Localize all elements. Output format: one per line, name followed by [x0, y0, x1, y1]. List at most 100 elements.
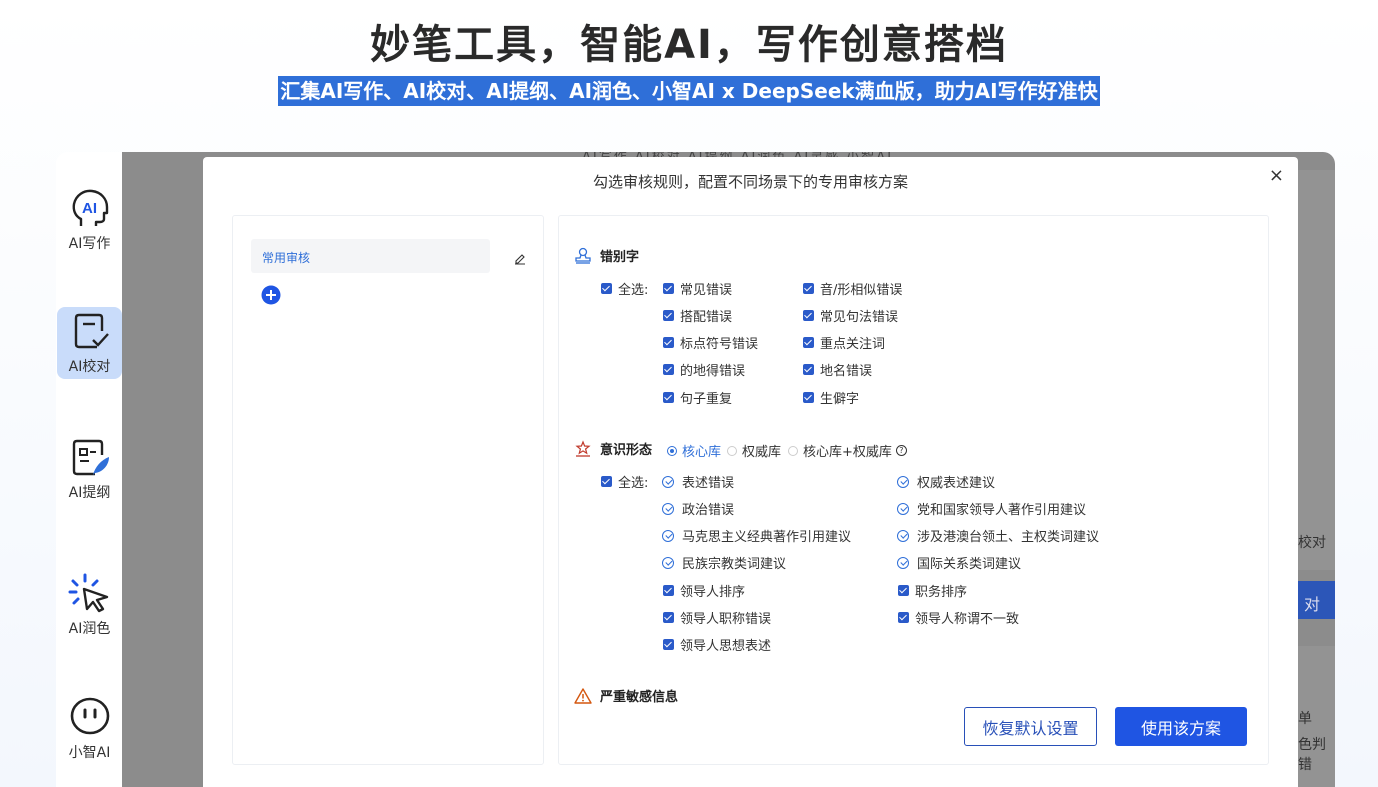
checkbox[interactable] [803, 364, 814, 375]
typo-rule-checkbox[interactable]: 的地得错误 [663, 360, 745, 379]
sidebar-item-label: AI写作 [68, 236, 111, 252]
warning-icon [574, 687, 592, 704]
typo-rule-checkbox[interactable]: 搭配错误 [663, 306, 732, 325]
checkbox[interactable] [803, 392, 814, 403]
checkbox[interactable] [898, 612, 909, 623]
ideology-rule-checkbox[interactable]: 领导人职称错误 [663, 608, 771, 627]
ai-head-icon: AI [72, 189, 108, 226]
checkbox[interactable] [663, 283, 674, 294]
checkbox-label: 领导人称谓不一致 [915, 612, 1020, 627]
checkbox[interactable] [663, 392, 674, 403]
sidebar-item-label: AI润色 [68, 621, 111, 637]
help-icon[interactable]: ? [895, 445, 907, 456]
reset-default-button[interactable]: 恢复默认设置 [964, 707, 1097, 746]
radio-label: 核心库+权威库 [803, 445, 892, 460]
ideology-suggestion-item[interactable]: 政治错误 [662, 499, 734, 518]
checkbox-label: 的地得错误 [680, 364, 746, 379]
checkbox-label: 职务排序 [915, 585, 968, 600]
checkbox[interactable] [803, 310, 814, 321]
check-circle-icon [662, 502, 674, 515]
checkbox[interactable] [663, 364, 674, 375]
typo-rule-checkbox[interactable]: 音/形相似错误 [803, 279, 902, 298]
ideology-suggestion-item[interactable]: 表述错误 [662, 472, 734, 491]
check-circle-icon [662, 475, 674, 488]
hero-subtitle-wrap: 汇集AI写作、AI校对、AI提纲、AI润色、小智AI x DeepSeek满血版… [0, 76, 1378, 106]
checkbox[interactable] [898, 585, 909, 596]
radio-core-authority-lib[interactable]: 核心库+权威库 ? [788, 441, 907, 460]
typo-rule-checkbox[interactable]: 重点关注词 [803, 333, 885, 352]
sidebar-item-ai-outline[interactable]: AI提纲 [57, 433, 122, 505]
checkbox[interactable] [663, 337, 674, 348]
sidebar-item-ai-proofread[interactable]: AI校对 [57, 307, 122, 379]
sidebar-item-ai-polish[interactable]: AI润色 [57, 569, 122, 641]
section-title: 严重敏感信息 [600, 690, 679, 705]
checkbox-label: 全选: [618, 283, 649, 298]
preset-item[interactable]: 常用审核 [251, 239, 490, 273]
check-circle-icon [897, 475, 909, 488]
preset-list-panel: 常用审核 [232, 215, 544, 765]
checkbox[interactable] [803, 337, 814, 348]
modal-title: 勾选审核规则，配置不同场景下的专用审核方案 [592, 173, 908, 191]
checkbox-label: 重点关注词 [820, 337, 886, 352]
checkbox-label: 常见句法错误 [820, 310, 899, 325]
ideology-rule-checkbox[interactable]: 领导人排序 [663, 581, 745, 600]
checkbox[interactable] [663, 639, 674, 650]
edit-icon[interactable] [513, 251, 527, 265]
typo-rule-checkbox[interactable]: 地名错误 [803, 360, 872, 379]
radio-label: 权威库 [742, 445, 782, 460]
checkbox[interactable] [601, 476, 612, 487]
checkbox-label: 领导人排序 [680, 585, 746, 600]
radio-label: 核心库 [682, 445, 722, 460]
section-typo-header: 错别字 [574, 246, 639, 265]
close-icon[interactable]: × [1269, 165, 1284, 186]
rule-config-modal: 勾选审核规则，配置不同场景下的专用审核方案 × 常用审核 错别字 全选: 常见错… [203, 157, 1298, 787]
outline-icon [72, 439, 109, 476]
ideology-rule-checkbox[interactable]: 领导人思想表述 [663, 635, 771, 654]
svg-text:AI: AI [82, 200, 97, 217]
item-label: 党和国家领导人著作引用建议 [917, 503, 1087, 518]
add-preset-icon[interactable] [261, 285, 281, 305]
checkbox[interactable] [663, 585, 674, 596]
sidebar: AI AI写作 AI校对 AI提纲 AI润色 小智AI [56, 152, 123, 787]
ideology-suggestion-item[interactable]: 权威表述建议 [897, 472, 995, 491]
radio-authority-lib[interactable]: 权威库 [727, 441, 781, 460]
rule-settings-panel: 错别字 全选: 常见错误 搭配错误 标点符号错误 的地得错误 句子重复 音/形相… [558, 215, 1269, 765]
checkbox[interactable] [663, 310, 674, 321]
ideology-rule-checkbox[interactable]: 领导人称谓不一致 [898, 608, 1019, 627]
sidebar-item-ai-write[interactable]: AI AI写作 [57, 184, 122, 256]
section-sensitive-header: 严重敏感信息 [574, 686, 678, 705]
radio-core-lib[interactable]: 核心库 [667, 441, 721, 460]
ideology-suggestion-item[interactable]: 涉及港澳台领土、主权类词建议 [897, 526, 1099, 545]
checkbox-label: 全选: [618, 476, 649, 491]
typo-rule-checkbox[interactable]: 常见错误 [663, 279, 732, 298]
checkbox[interactable] [601, 283, 612, 294]
typo-rule-checkbox[interactable]: 常见句法错误 [803, 306, 898, 325]
polish-icon [68, 573, 108, 613]
background-text: 校对 [1298, 535, 1326, 551]
ideology-rule-checkbox[interactable]: 职务排序 [898, 581, 967, 600]
checkbox[interactable] [803, 283, 814, 294]
ideology-suggestion-item[interactable]: 党和国家领导人著作引用建议 [897, 499, 1086, 518]
apply-scheme-button[interactable]: 使用该方案 [1115, 707, 1247, 746]
radio[interactable] [727, 445, 737, 456]
ideology-suggestion-item[interactable]: 民族宗教类词建议 [662, 553, 786, 572]
hero-subtitle: 汇集AI写作、AI校对、AI提纲、AI润色、小智AI x DeepSeek满血版… [278, 76, 1100, 106]
ideology-suggestion-item[interactable]: 国际关系类词建议 [897, 553, 1021, 572]
check-circle-icon [662, 529, 674, 542]
radio[interactable] [667, 445, 677, 456]
select-all-ideology[interactable]: 全选: [601, 472, 648, 491]
sidebar-item-xiaozhi-ai[interactable]: 小智AI [57, 693, 122, 765]
typo-rule-checkbox[interactable]: 标点符号错误 [663, 333, 758, 352]
radio[interactable] [788, 445, 798, 456]
hero-title: 妙笔工具，智能AI，写作创意搭档 [370, 22, 1008, 68]
check-circle-icon [897, 529, 909, 542]
section-title: 错别字 [600, 250, 640, 265]
item-label: 马克思主义经典著作引用建议 [682, 530, 852, 545]
sidebar-item-label: AI校对 [68, 359, 111, 375]
ideology-suggestion-item[interactable]: 马克思主义经典著作引用建议 [662, 526, 851, 545]
select-all-typo[interactable]: 全选: [601, 279, 648, 298]
checkbox[interactable] [663, 612, 674, 623]
typo-rule-checkbox[interactable]: 句子重复 [663, 388, 732, 407]
sidebar-item-label: 小智AI [68, 745, 111, 761]
typo-rule-checkbox[interactable]: 生僻字 [803, 388, 859, 407]
